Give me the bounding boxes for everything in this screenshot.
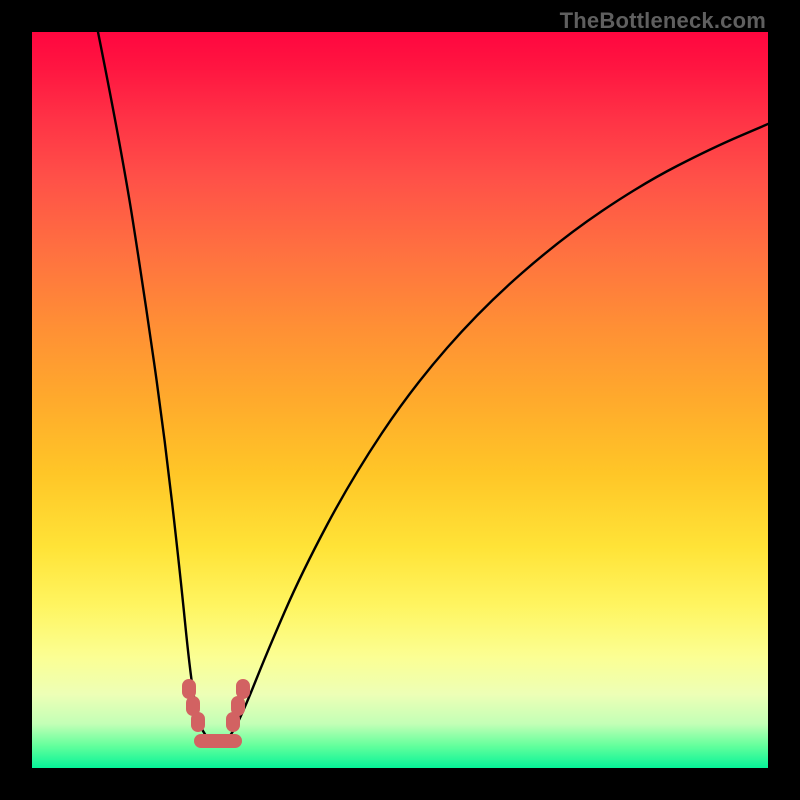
plot-area [32,32,768,768]
curve-path [98,32,768,743]
bottleneck-curve [32,32,768,768]
chart-frame: TheBottleneck.com [0,0,800,800]
trough-bar [194,734,242,748]
right-marker-2 [231,696,245,716]
right-marker-3 [236,679,250,699]
watermark-text: TheBottleneck.com [560,8,766,34]
left-marker-3 [191,712,205,732]
